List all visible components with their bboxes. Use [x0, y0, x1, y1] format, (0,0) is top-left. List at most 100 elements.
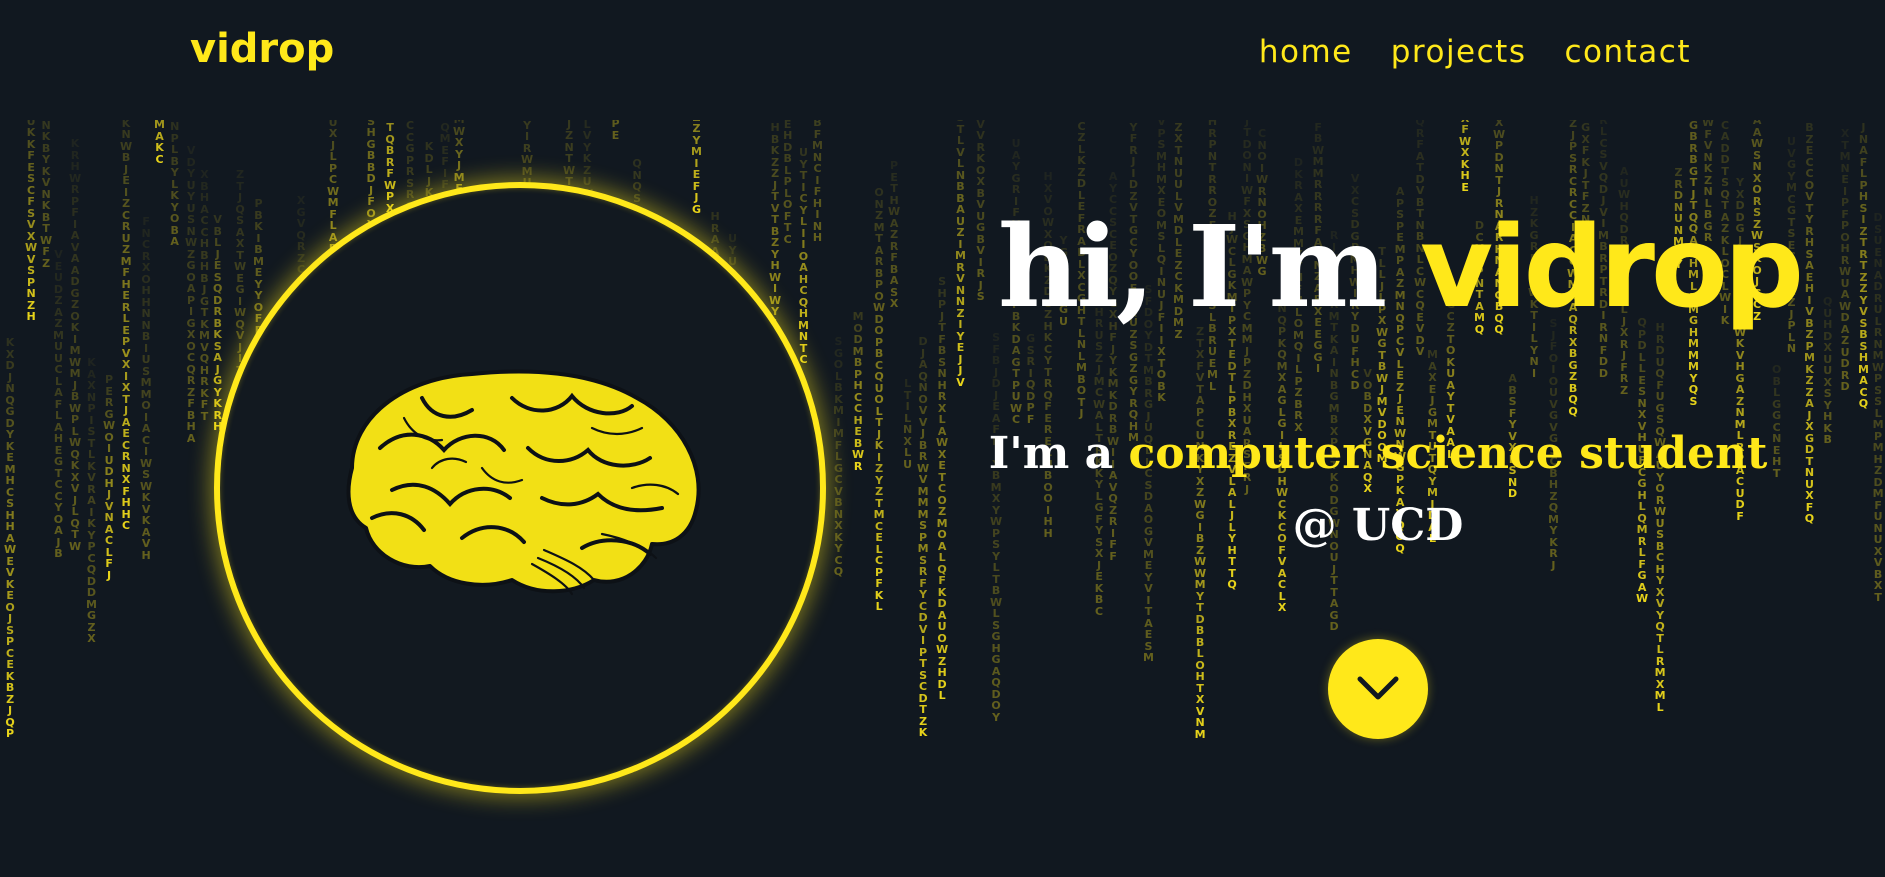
rain-glyph: X [87, 632, 96, 645]
rain-glyph: X [121, 473, 131, 486]
rain-glyph: G [991, 630, 1001, 643]
rain-glyph: K [582, 152, 592, 165]
rain-glyph: T [1874, 590, 1882, 604]
rain-glyph: M [1839, 150, 1851, 163]
rain-glyph: X [1460, 146, 1470, 159]
rain-glyph: B [366, 149, 376, 162]
rain-glyph: J [1097, 363, 1102, 376]
rain-glyph: H [1460, 169, 1470, 182]
rain-glyph: D [1242, 379, 1252, 392]
rain-glyph: W [936, 643, 949, 656]
rain-glyph: S [1638, 385, 1647, 398]
rain-glyph: I [1316, 362, 1321, 375]
rain-glyph: J [921, 427, 926, 440]
rain-glyph: X [1873, 579, 1883, 592]
rain-glyph: D [991, 377, 1001, 390]
rain-glyph: F [71, 206, 79, 219]
rain-column: KUKKFESCFSVXWVSPNZH [25, 120, 37, 323]
rain-glyph: E [122, 174, 130, 187]
rain-glyph: I [144, 445, 149, 458]
rain-glyph: A [87, 494, 96, 507]
rain-glyph: K [141, 491, 151, 504]
rain-glyph: L [992, 607, 1000, 620]
rain-glyph: M [1654, 666, 1666, 679]
rain-glyph: S [1721, 176, 1730, 189]
rain-glyph: N [121, 128, 131, 141]
rain-glyph: P [6, 727, 15, 740]
rain-glyph: X [1242, 402, 1252, 415]
rain-glyph: L [799, 215, 807, 228]
rain-glyph: N [1076, 338, 1087, 351]
rain-glyph: K [976, 152, 985, 165]
rain-glyph: D [918, 335, 928, 348]
rain-glyph: E [1805, 144, 1814, 157]
rain-glyph: C [1095, 604, 1104, 618]
rain-glyph: J [124, 404, 129, 417]
rain-glyph: J [107, 568, 112, 582]
nav-contact-link[interactable]: contact [1564, 34, 1691, 70]
rain-glyph: F [1044, 400, 1052, 413]
rain-glyph: V [1873, 556, 1883, 569]
rain-glyph: I [525, 130, 530, 143]
rain-glyph: O [783, 198, 793, 211]
rain-glyph: R [853, 459, 863, 473]
rain-glyph: X [834, 519, 843, 532]
rain-glyph: U [799, 146, 808, 159]
rain-glyph: Z [890, 228, 899, 241]
rain-glyph: X [121, 381, 131, 394]
rain-glyph: K [70, 321, 80, 334]
rain-glyph: O [170, 212, 180, 225]
rain-column: FUPZHYTIXXFWXKHE [1459, 120, 1471, 193]
rain-glyph: V [54, 248, 63, 261]
rain-glyph: B [991, 584, 1001, 597]
rain-glyph: W [69, 436, 82, 449]
scroll-down-button[interactable] [1328, 639, 1428, 739]
rain-glyph: R [186, 374, 196, 387]
nav-projects-link[interactable]: projects [1391, 34, 1527, 70]
rain-glyph: X [87, 379, 96, 392]
rain-glyph: U [903, 457, 913, 471]
rain-glyph: H [70, 160, 80, 173]
rain-glyph: D [366, 172, 376, 185]
rain-glyph: E [122, 427, 130, 440]
rain-glyph: O [1772, 363, 1782, 376]
rain-glyph: M [1107, 377, 1119, 390]
rain-glyph: H [199, 260, 210, 273]
rain-glyph: K [874, 439, 884, 452]
rain-glyph: S [1874, 395, 1883, 408]
rain-glyph: R [121, 220, 131, 233]
rain-glyph: R [1873, 326, 1883, 339]
rain-glyph: K [70, 137, 80, 150]
rain-glyph: J [1497, 185, 1502, 198]
rain-glyph: T [1144, 605, 1153, 618]
rain-glyph: V [1377, 406, 1387, 419]
rain-glyph: T [799, 169, 808, 182]
rain-glyph: Q [632, 157, 642, 170]
rain-glyph: T [1196, 601, 1204, 614]
rain-glyph: A [186, 431, 196, 445]
rain-glyph: C [1805, 167, 1814, 180]
rain-glyph: J [202, 283, 207, 296]
rain-glyph: Z [1805, 328, 1814, 341]
rain-glyph: F [1416, 138, 1424, 151]
rain-glyph: P [122, 335, 131, 348]
rain-glyph: Q [1655, 620, 1665, 633]
rain-glyph: A [1805, 397, 1814, 410]
rain-glyph: W [521, 153, 534, 166]
rain-glyph: T [1859, 259, 1868, 272]
rain-glyph: G [976, 221, 986, 234]
nav-home-link[interactable]: home [1259, 34, 1353, 70]
rain-glyph: M [1872, 487, 1884, 500]
rain-glyph: U [1873, 303, 1883, 316]
rain-glyph: Z [1674, 166, 1683, 179]
rain-glyph: P [875, 278, 884, 291]
rain-glyph: D [86, 586, 97, 599]
rain-glyph: M [1076, 361, 1087, 374]
rain-glyph: X [454, 136, 464, 149]
subtitle-line-2: @ UCD [1292, 500, 1464, 551]
rain-glyph: X [1174, 132, 1183, 145]
rain-glyph: N [5, 382, 15, 395]
site-logo[interactable]: vidrop [190, 26, 334, 72]
rain-glyph: C [142, 238, 151, 251]
rain-glyph: L [904, 446, 912, 459]
